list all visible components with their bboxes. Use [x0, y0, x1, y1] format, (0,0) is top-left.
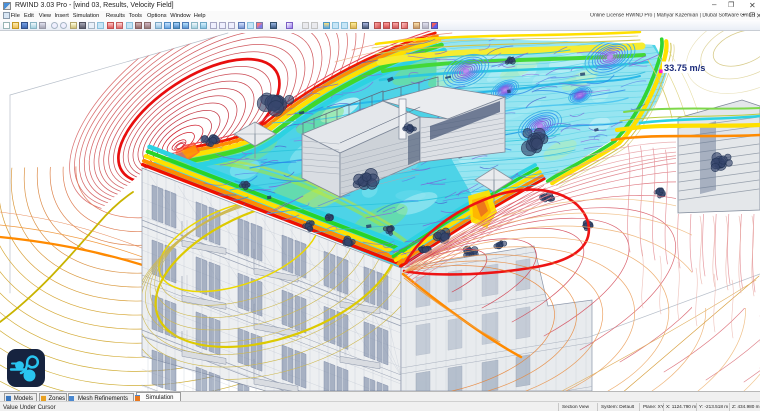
svg-text:33.75 m/s: 33.75 m/s	[664, 63, 705, 73]
